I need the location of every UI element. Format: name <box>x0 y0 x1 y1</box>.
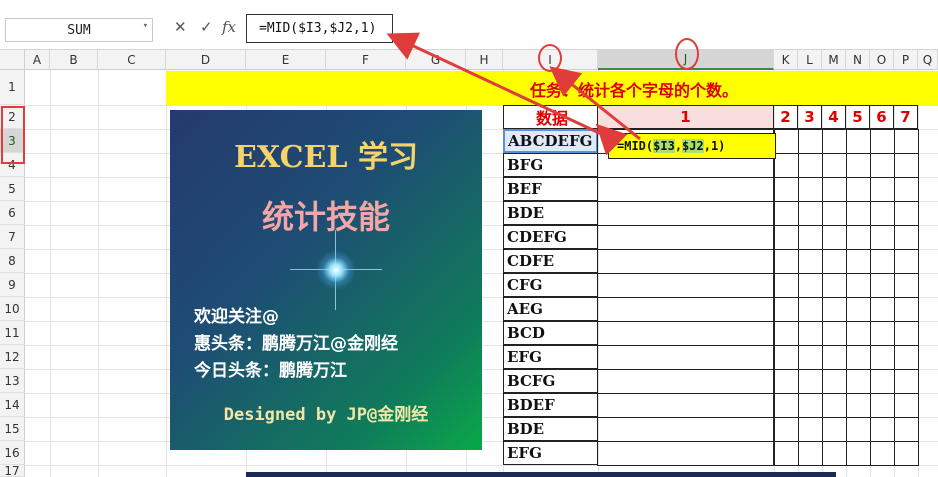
arrow-to-column-i <box>549 66 641 141</box>
annotation-arrows <box>386 32 641 156</box>
arrow-to-formula-bar <box>386 32 613 141</box>
image-bottom-edge <box>246 472 836 477</box>
spreadsheet-window: SUM ▾ ✕ ✓ fx =MID($I3,$J2,1) ABCDEFGHIJK… <box>0 0 938 477</box>
